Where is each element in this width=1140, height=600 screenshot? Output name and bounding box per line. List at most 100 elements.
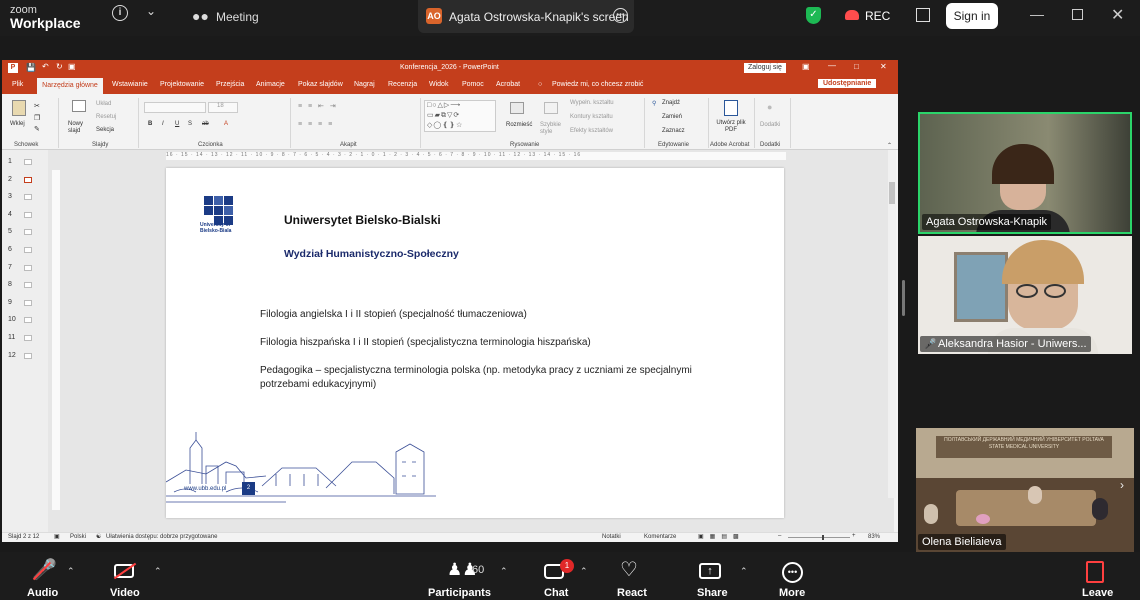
slide-thumbnail-number[interactable]: 8 [8, 281, 12, 288]
chevron-down-icon[interactable]: ⌄ [146, 4, 156, 18]
slide-thumbnail-number[interactable]: 6 [8, 246, 12, 253]
ribbon-options-icon[interactable]: ▣ [802, 62, 810, 71]
audio-options-caret[interactable]: ⌃ [67, 566, 75, 577]
tab-slideshow[interactable]: Pokaz slajdów [298, 81, 343, 88]
chat-options-caret[interactable]: ⌃ [580, 566, 588, 577]
find-button[interactable]: Znajdź [662, 100, 680, 106]
paste-label[interactable]: Wklej [10, 121, 25, 127]
panel-resize-handle[interactable] [902, 280, 905, 316]
list-buttons[interactable]: ≡ ≡ ⇤ ⇥ [298, 102, 338, 110]
zoom-slider-handle[interactable] [822, 535, 824, 540]
slide-thumbnail[interactable] [24, 194, 32, 201]
undo-icon[interactable]: ↶ [42, 62, 49, 71]
create-pdf-button[interactable]: Utwórz plik PDF [716, 120, 746, 134]
meeting-people-icon[interactable]: ●● [192, 8, 209, 24]
language-indicator[interactable]: Polski [70, 534, 86, 540]
spellcheck-icon[interactable]: ▣ [54, 533, 60, 540]
align-buttons[interactable]: ≡ ≡ ≡ ≡ [298, 121, 334, 128]
shape-fill-button[interactable]: Wypełn. kształtu [570, 100, 614, 106]
new-slide-icon[interactable] [72, 100, 86, 112]
video-tile[interactable]: ПОЛТАВСЬКИЙ ДЕРЖАВНИЙ МЕДИЧНИЙ УНІВЕРСИТ… [916, 428, 1134, 552]
zoom-slider[interactable] [788, 537, 850, 538]
slide-thumbnail[interactable] [24, 264, 32, 271]
shapes-gallery[interactable]: □○△▷⟶ ▭▰⧉▽⟳ ◇◯❴❵☆ [424, 100, 496, 132]
tab-transitions[interactable]: Przejścia [216, 81, 244, 88]
layout-button[interactable]: Układ [96, 101, 111, 107]
scrollbar-thumb[interactable] [889, 182, 895, 204]
paste-icon[interactable] [12, 100, 26, 116]
share-document-button[interactable]: Udostępnianie [818, 79, 877, 88]
video-tile[interactable]: Aleksandra Hasior - Uniwers... 🎤 [918, 236, 1132, 354]
share-options-caret[interactable]: ⌃ [740, 566, 748, 577]
slide-thumbnail[interactable] [24, 352, 32, 359]
copy-icon[interactable]: ❐ [34, 114, 40, 122]
view-layout-icon[interactable] [916, 8, 930, 22]
react-button-label[interactable]: React [617, 587, 647, 599]
accessibility-icon[interactable]: ☯ [96, 533, 101, 540]
meeting-label[interactable]: Meeting [216, 10, 259, 24]
arrange-button[interactable]: Rozmieść [506, 122, 532, 128]
slide-thumbnail-number[interactable]: 1 [8, 158, 12, 165]
arrange-icon[interactable] [510, 102, 524, 114]
tab-home[interactable]: Narzędzia główne [37, 78, 103, 94]
ppt-maximize-button[interactable]: □ [854, 62, 859, 71]
font-color-button[interactable]: A [224, 121, 228, 127]
security-shield-icon[interactable]: ✓ [806, 7, 821, 24]
slide-thumbnail-number[interactable]: 11 [8, 334, 15, 341]
new-slide-label[interactable]: Nowy slajd [68, 121, 90, 135]
tab-file[interactable]: Plik [12, 81, 23, 88]
shape-outline-button[interactable]: Kontury kształtu [570, 114, 613, 120]
slide-thumbnail[interactable] [24, 317, 32, 324]
tab-record[interactable]: Nagraj [354, 81, 375, 88]
slide-thumbnail[interactable] [24, 211, 32, 218]
view-buttons[interactable]: ▣▦▤▩ [698, 533, 745, 540]
ppt-minimize-button[interactable]: — [828, 61, 836, 70]
sign-in-button[interactable]: Sign in [946, 3, 998, 29]
strikethrough-button[interactable]: ab [202, 121, 209, 127]
addins-button[interactable]: Dodatki [760, 122, 780, 128]
accessibility-status[interactable]: Ułatwienia dostępu: dobrze przygotowane [106, 534, 217, 540]
format-painter-icon[interactable]: ✎ [34, 125, 40, 133]
slide-thumbnail[interactable] [24, 176, 32, 183]
maximize-button[interactable] [1072, 9, 1083, 20]
tab-acrobat[interactable]: Acrobat [496, 81, 520, 88]
login-button[interactable]: Zaloguj się [744, 63, 786, 73]
quick-styles-button[interactable]: Szybkie style [540, 122, 566, 136]
slide-thumbnail[interactable] [24, 299, 32, 306]
font-size-select[interactable]: 18 [208, 102, 238, 113]
leave-door-icon[interactable] [1086, 561, 1104, 583]
tab-design[interactable]: Projektowanie [160, 81, 204, 88]
collapse-ribbon-icon[interactable]: ⌃ [887, 142, 892, 149]
share-screen-icon[interactable]: ↑ [699, 563, 721, 579]
leave-button-label[interactable]: Leave [1082, 587, 1113, 599]
comments-button[interactable]: Komentarze [644, 534, 676, 540]
section-button[interactable]: Sekcja [96, 127, 114, 133]
slide-thumbnail-number[interactable]: 9 [8, 299, 12, 306]
underline-button[interactable]: U [175, 121, 179, 127]
participants-button-label[interactable]: Participants [428, 587, 491, 599]
minimize-button[interactable]: — [1030, 6, 1044, 22]
react-heart-icon[interactable]: ♡ [620, 560, 638, 580]
slide-thumbnail[interactable] [24, 159, 32, 165]
share-button-label[interactable]: Share [697, 587, 728, 599]
more-icon[interactable]: ••• [782, 562, 803, 583]
video-button-label[interactable]: Video [110, 587, 140, 599]
tab-view[interactable]: Widok [429, 81, 448, 88]
ppt-close-button[interactable]: ✕ [880, 62, 887, 71]
bold-button[interactable]: B [148, 121, 152, 127]
audio-button-label[interactable]: Audio [27, 587, 58, 599]
slide-thumbnail-number[interactable]: 10 [8, 316, 16, 323]
zoom-in-button[interactable]: + [852, 533, 856, 539]
video-options-caret[interactable]: ⌃ [154, 566, 162, 577]
chat-button-label[interactable]: Chat [544, 587, 568, 599]
redo-icon[interactable]: ↻ [56, 62, 63, 71]
gallery-next-icon[interactable]: › [1120, 478, 1124, 492]
quick-styles-icon[interactable] [544, 102, 558, 114]
slide-thumbnail-number[interactable]: 7 [8, 264, 12, 271]
zoom-level[interactable]: 83% [868, 534, 880, 540]
slide-thumbnail-number[interactable]: 12 [8, 352, 16, 359]
slide-thumbnail[interactable] [24, 247, 32, 253]
vertical-scrollbar[interactable] [888, 150, 896, 498]
cut-icon[interactable]: ✂ [34, 102, 40, 110]
font-family-select[interactable] [144, 102, 206, 113]
